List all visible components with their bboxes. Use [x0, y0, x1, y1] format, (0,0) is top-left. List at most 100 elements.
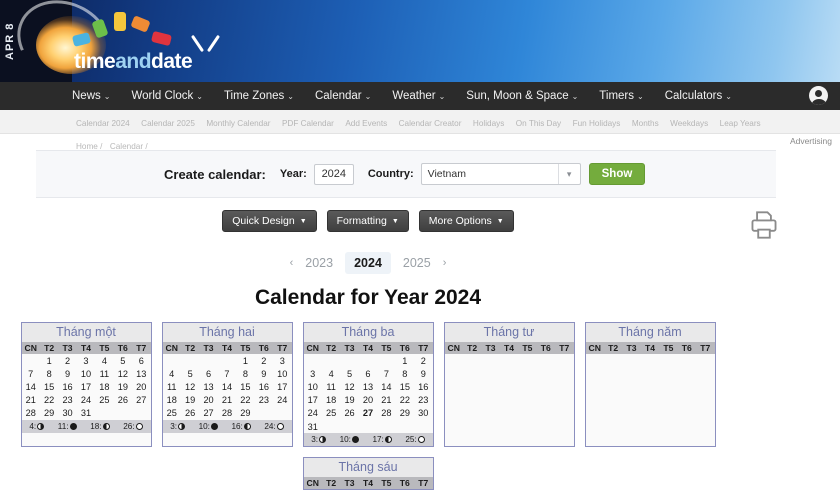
- subnav-item-pdf-calendar[interactable]: PDF Calendar: [282, 119, 334, 128]
- day-cell[interactable]: 22: [39, 393, 59, 407]
- day-cell[interactable]: 13: [199, 380, 218, 394]
- nav-item-news[interactable]: News ⌄: [72, 90, 110, 102]
- day-cell[interactable]: 26: [340, 406, 359, 420]
- chevron-down-icon[interactable]: ▾: [557, 164, 580, 184]
- day-cell[interactable]: 8: [395, 367, 415, 381]
- nav-item-world-clock[interactable]: World Clock ⌄: [131, 90, 202, 102]
- day-cell[interactable]: 28: [377, 406, 396, 420]
- nav-item-time-zones[interactable]: Time Zones ⌄: [224, 90, 294, 102]
- moon-phase-item[interactable]: 3:: [170, 422, 186, 431]
- day-cell[interactable]: 13: [132, 367, 151, 381]
- day-cell[interactable]: 4: [95, 354, 114, 368]
- country-select[interactable]: Vietnam ▾: [420, 163, 581, 185]
- day-cell[interactable]: 18: [162, 393, 181, 407]
- subnav-item-months[interactable]: Months: [632, 119, 659, 128]
- nav-item-weather[interactable]: Weather ⌄: [392, 90, 445, 102]
- moon-phase-item[interactable]: 24:: [264, 422, 284, 431]
- day-cell[interactable]: 23: [254, 393, 274, 407]
- day-cell[interactable]: 2: [254, 354, 274, 368]
- day-cell[interactable]: 15: [395, 380, 415, 394]
- day-cell[interactable]: 6: [199, 367, 218, 381]
- moon-phase-item[interactable]: 18:: [90, 422, 110, 431]
- day-cell[interactable]: 14: [217, 380, 237, 394]
- day-cell[interactable]: 3: [76, 354, 96, 368]
- day-cell[interactable]: 1: [395, 354, 415, 368]
- day-cell[interactable]: 3: [303, 367, 322, 381]
- day-cell[interactable]: 2: [414, 354, 433, 368]
- day-cell[interactable]: 10: [76, 367, 96, 381]
- day-cell[interactable]: 19: [340, 393, 359, 407]
- day-cell[interactable]: 23: [414, 393, 433, 407]
- day-cell[interactable]: 29: [39, 406, 59, 420]
- day-cell[interactable]: 16: [414, 380, 433, 394]
- day-cell[interactable]: 11: [321, 380, 341, 394]
- day-cell[interactable]: 14: [377, 380, 396, 394]
- day-cell[interactable]: 17: [273, 380, 292, 394]
- nav-item-timers[interactable]: Timers ⌄: [599, 90, 643, 102]
- day-cell[interactable]: 27: [199, 406, 218, 420]
- day-cell[interactable]: 20: [358, 393, 378, 407]
- day-cell[interactable]: 28: [217, 406, 237, 420]
- day-cell[interactable]: 6: [358, 367, 378, 381]
- day-cell[interactable]: 10: [303, 380, 322, 394]
- day-cell[interactable]: 27: [132, 393, 151, 407]
- day-cell[interactable]: 20: [199, 393, 218, 407]
- day-cell[interactable]: 18: [321, 393, 341, 407]
- moon-phase-item[interactable]: 17:: [372, 435, 392, 444]
- subnav-item-monthly-calendar[interactable]: Monthly Calendar: [206, 119, 270, 128]
- formatting-button[interactable]: Formatting ▼: [326, 210, 409, 232]
- subnav-item-calendar-creator[interactable]: Calendar Creator: [399, 119, 462, 128]
- day-cell[interactable]: 12: [180, 380, 200, 394]
- subnav-item-holidays[interactable]: Holidays: [473, 119, 504, 128]
- day-cell[interactable]: 16: [58, 380, 77, 394]
- subnav-item-on-this-day[interactable]: On This Day: [516, 119, 561, 128]
- moon-phase-item[interactable]: 10:: [199, 422, 218, 431]
- day-cell[interactable]: 9: [254, 367, 274, 381]
- moon-phase-item[interactable]: 16:: [231, 422, 251, 431]
- day-cell[interactable]: 30: [414, 406, 433, 420]
- day-cell[interactable]: 21: [21, 393, 40, 407]
- moon-phase-item[interactable]: 11:: [58, 422, 77, 431]
- day-cell[interactable]: 18: [95, 380, 114, 394]
- day-cell[interactable]: 26: [113, 393, 133, 407]
- day-cell[interactable]: 11: [162, 380, 181, 394]
- day-cell[interactable]: 7: [217, 367, 237, 381]
- subnav-item-leap-years[interactable]: Leap Years: [720, 119, 761, 128]
- day-cell[interactable]: 25: [321, 406, 341, 420]
- moon-phase-item[interactable]: 25:: [405, 435, 425, 444]
- day-cell[interactable]: 5: [340, 367, 359, 381]
- day-cell[interactable]: 27: [358, 406, 378, 420]
- day-cell[interactable]: 29: [236, 406, 255, 420]
- moon-phase-item[interactable]: 3:: [311, 435, 327, 444]
- day-cell[interactable]: 9: [58, 367, 77, 381]
- day-cell[interactable]: 10: [273, 367, 292, 381]
- day-cell[interactable]: 5: [113, 354, 133, 368]
- day-cell[interactable]: 21: [217, 393, 237, 407]
- subnav-item-add-events[interactable]: Add Events: [345, 119, 387, 128]
- subnav-item-weekdays[interactable]: Weekdays: [670, 119, 708, 128]
- day-cell[interactable]: 5: [180, 367, 200, 381]
- day-cell[interactable]: 1: [236, 354, 255, 368]
- day-cell[interactable]: 7: [21, 367, 40, 381]
- day-cell[interactable]: 24: [273, 393, 292, 407]
- day-cell[interactable]: 17: [76, 380, 96, 394]
- day-cell[interactable]: 1: [39, 354, 59, 368]
- year-input[interactable]: [313, 163, 354, 185]
- day-cell[interactable]: 4: [321, 367, 341, 381]
- day-cell[interactable]: 25: [162, 406, 181, 420]
- day-cell[interactable]: 17: [303, 393, 322, 407]
- day-cell[interactable]: 23: [58, 393, 77, 407]
- moon-phase-item[interactable]: 10:: [340, 435, 359, 444]
- year-link-next[interactable]: 2025: [394, 252, 440, 274]
- more-options-button[interactable]: More Options ▼: [418, 210, 514, 232]
- day-cell[interactable]: 19: [180, 393, 200, 407]
- nav-item-calculators[interactable]: Calculators ⌄: [665, 90, 732, 102]
- day-cell[interactable]: 28: [21, 406, 40, 420]
- print-button[interactable]: [750, 210, 778, 240]
- moon-phase-item[interactable]: 26:: [123, 422, 143, 431]
- day-cell[interactable]: 21: [377, 393, 396, 407]
- day-cell[interactable]: 16: [254, 380, 274, 394]
- show-button[interactable]: Show: [588, 163, 646, 185]
- day-cell[interactable]: 22: [236, 393, 255, 407]
- day-cell[interactable]: 11: [95, 367, 114, 381]
